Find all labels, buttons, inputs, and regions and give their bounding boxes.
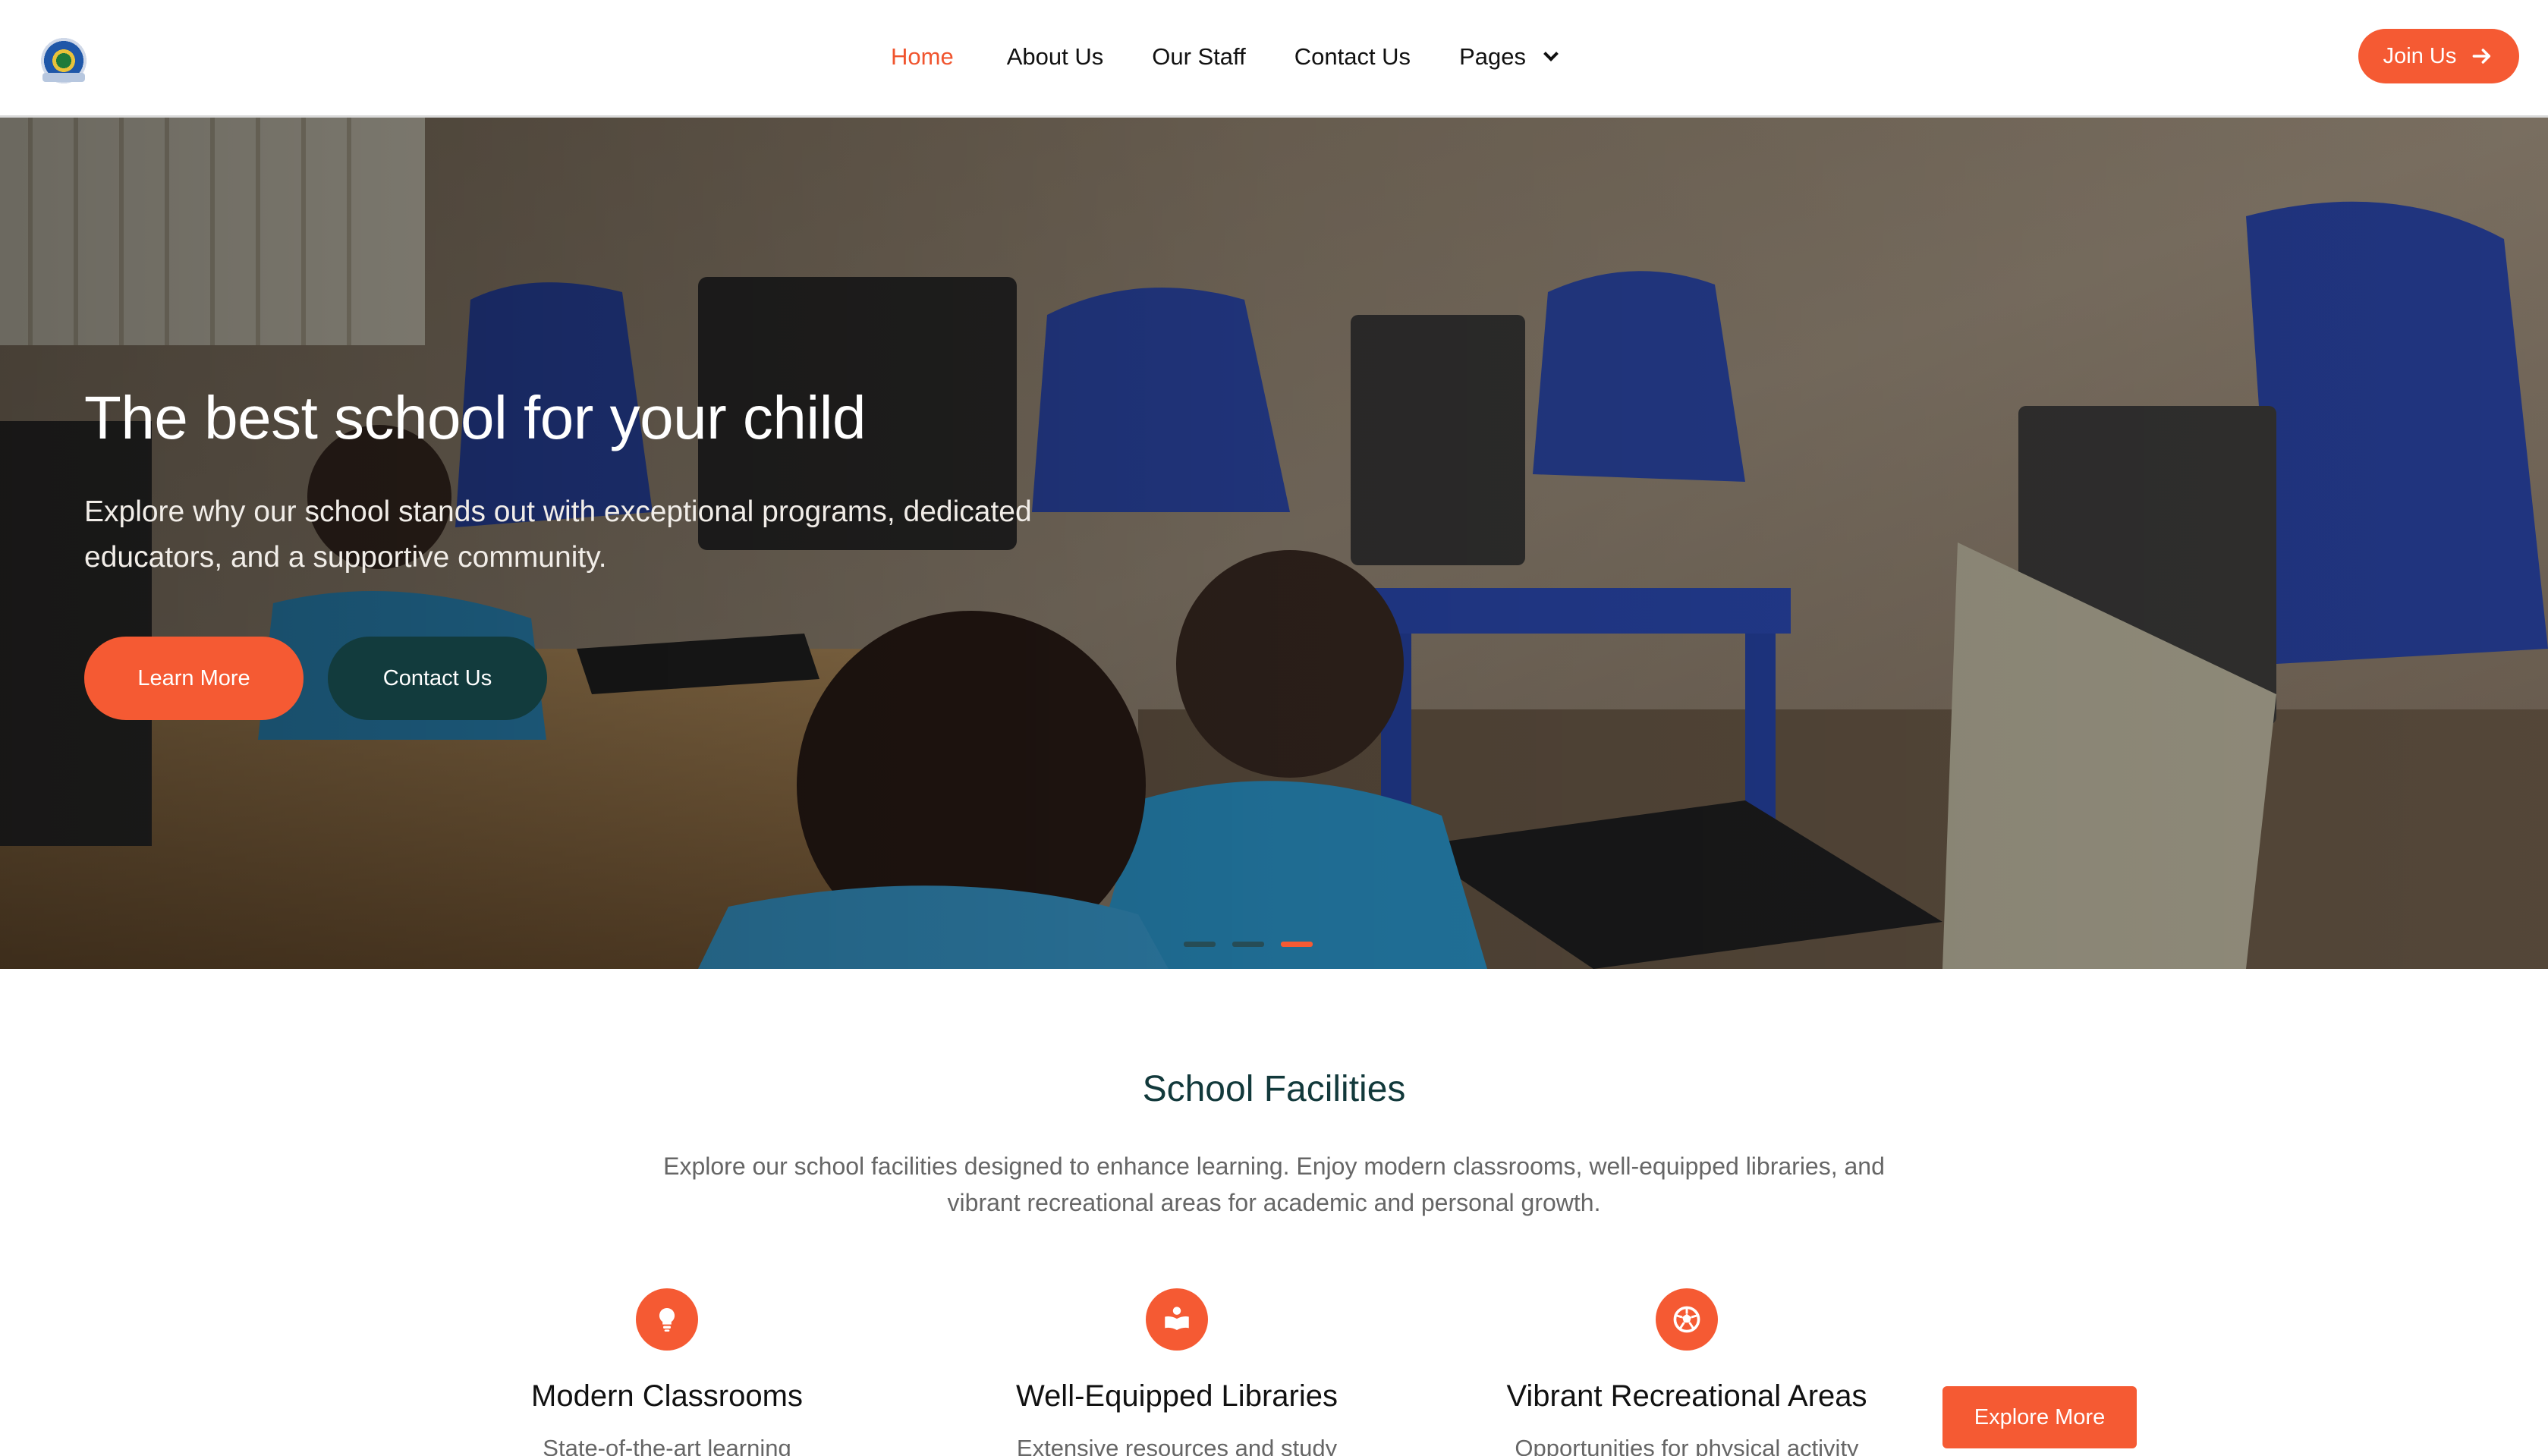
carousel-dot-2[interactable] [1232, 942, 1264, 947]
join-us-label: Join Us [2383, 43, 2457, 68]
feature-title: Vibrant Recreational Areas [1506, 1379, 1867, 1413]
chevron-down-icon [1543, 46, 1559, 61]
football-glyph [1673, 1306, 1700, 1333]
feature-title: Well-Equipped Libraries [1016, 1379, 1338, 1413]
explore-more-button[interactable]: Explore More [1942, 1386, 2137, 1448]
nav-contact-us[interactable]: Contact Us [1294, 43, 1411, 71]
lightbulb-glyph [659, 1307, 675, 1332]
hero-carousel: The best school for your child Explore w… [0, 118, 2548, 969]
feature-libraries: Well-Equipped Libraries Extensive resour… [980, 1288, 1374, 1456]
carousel-dot-3[interactable] [1281, 942, 1313, 947]
section-description: Explore our school facilities designed t… [663, 1153, 1885, 1216]
book-reader-icon [1146, 1288, 1208, 1351]
feature-description: State-of-the-art learning [543, 1435, 791, 1456]
nav-pages-label: Pages [1459, 43, 1526, 70]
feature-description: Extensive resources and study [1016, 1435, 1338, 1456]
navbar: Home About Us Our Staff Contact Us Pages… [0, 0, 2548, 118]
feature-description: Opportunities for physical activity [1515, 1435, 1859, 1456]
contact-us-button[interactable]: Contact Us [328, 637, 547, 720]
join-us-button[interactable]: Join Us [2358, 29, 2519, 83]
book-reader-glyph [1165, 1307, 1189, 1330]
nav-about-us[interactable]: About Us [1007, 43, 1104, 71]
feature-modern-classrooms: Modern Classrooms State-of-the-art learn… [470, 1288, 864, 1456]
carousel-indicators [1184, 942, 1313, 947]
football-icon [1656, 1288, 1718, 1351]
nav-our-staff[interactable]: Our Staff [1152, 43, 1246, 71]
arrow-right-icon [2472, 49, 2491, 64]
feature-title: Modern Classrooms [531, 1379, 803, 1413]
carousel-dot-1[interactable] [1184, 942, 1216, 947]
feature-recreational-areas: Vibrant Recreational Areas Opportunities… [1489, 1288, 1884, 1456]
nav-home[interactable]: Home [891, 43, 954, 71]
hero-description: Explore why our school stands out with e… [84, 495, 1032, 574]
lightbulb-icon [636, 1288, 698, 1351]
logo-ribbon [42, 73, 85, 82]
hero-title: The best school for your child [84, 384, 866, 451]
section-title: School Facilities [1142, 1069, 1406, 1109]
main-nav: Home About Us Our Staff Contact Us Pages [891, 38, 1559, 76]
learn-more-button[interactable]: Learn More [84, 637, 304, 720]
nav-pages-dropdown[interactable]: Pages [1459, 43, 1559, 71]
